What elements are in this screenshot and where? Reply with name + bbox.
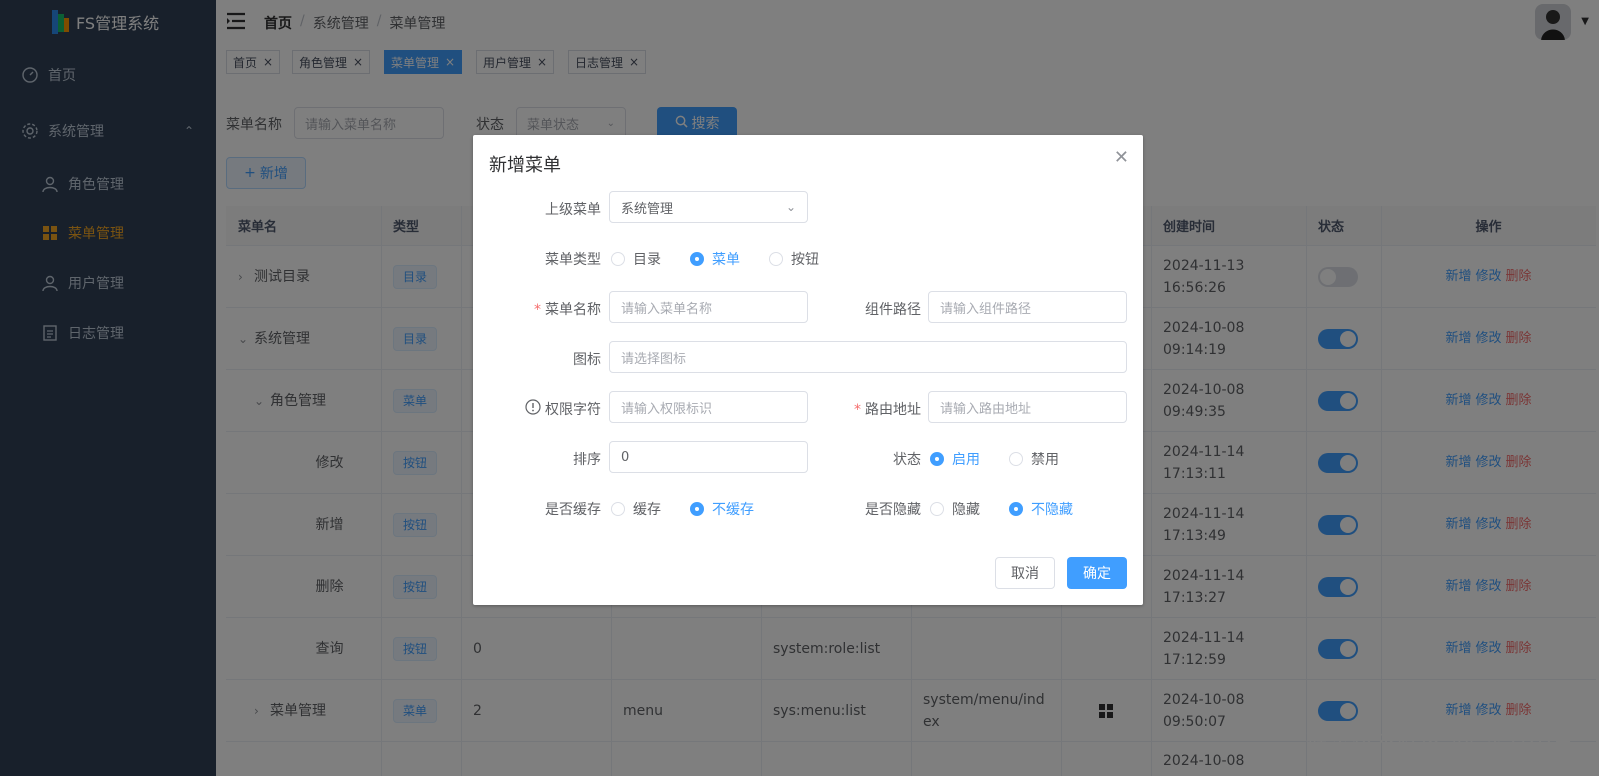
menu-type-label: 菜单类型	[545, 252, 601, 268]
sort-label: 排序	[573, 452, 601, 468]
menu-name-input[interactable]: 请输入菜单名称	[609, 291, 808, 323]
radio-type-button[interactable]: 按钮	[769, 249, 819, 269]
radio-type-directory[interactable]: 目录	[611, 249, 661, 269]
chevron-down-icon: ⌄	[785, 200, 796, 214]
info-circle-icon[interactable]	[525, 399, 541, 419]
radio-cache[interactable]: 缓存	[611, 499, 661, 519]
add-menu-dialog: 新增菜单 ✕ 上级菜单 系统管理 ⌄ 菜单类型 目录 菜单 按钮 * 菜单名称 请…	[473, 135, 1143, 605]
cancel-button[interactable]: 取消	[995, 557, 1055, 589]
confirm-button[interactable]: 确定	[1067, 557, 1127, 589]
route-label: * 路由地址	[854, 402, 921, 418]
permission-label: 权限字符	[513, 399, 601, 419]
dialog-title: 新增菜单	[489, 155, 561, 176]
radio-no-cache[interactable]: 不缓存	[690, 499, 754, 519]
radio-status-enabled[interactable]: 启用	[930, 449, 980, 469]
menu-name-label: * 菜单名称	[534, 302, 601, 318]
icon-select-input[interactable]: 请选择图标	[609, 341, 1127, 373]
hidden-label: 是否隐藏	[865, 502, 921, 518]
radio-not-hidden[interactable]: 不隐藏	[1009, 499, 1073, 519]
permission-input[interactable]: 请输入权限标识	[609, 391, 808, 423]
parent-menu-label: 上级菜单	[545, 202, 601, 218]
status-label: 状态	[893, 452, 921, 468]
parent-menu-select[interactable]: 系统管理 ⌄	[609, 191, 808, 223]
component-path-label: 组件路径	[865, 302, 921, 318]
radio-hidden[interactable]: 隐藏	[930, 499, 980, 519]
radio-status-disabled[interactable]: 禁用	[1009, 449, 1059, 469]
cache-label: 是否缓存	[545, 502, 601, 518]
component-path-input[interactable]: 请输入组件路径	[928, 291, 1127, 323]
icon-label: 图标	[573, 352, 601, 368]
sort-input[interactable]: 0	[609, 441, 808, 473]
close-icon[interactable]: ✕	[1114, 147, 1129, 168]
radio-type-menu[interactable]: 菜单	[690, 249, 740, 269]
route-input[interactable]: 请输入路由地址	[928, 391, 1127, 423]
